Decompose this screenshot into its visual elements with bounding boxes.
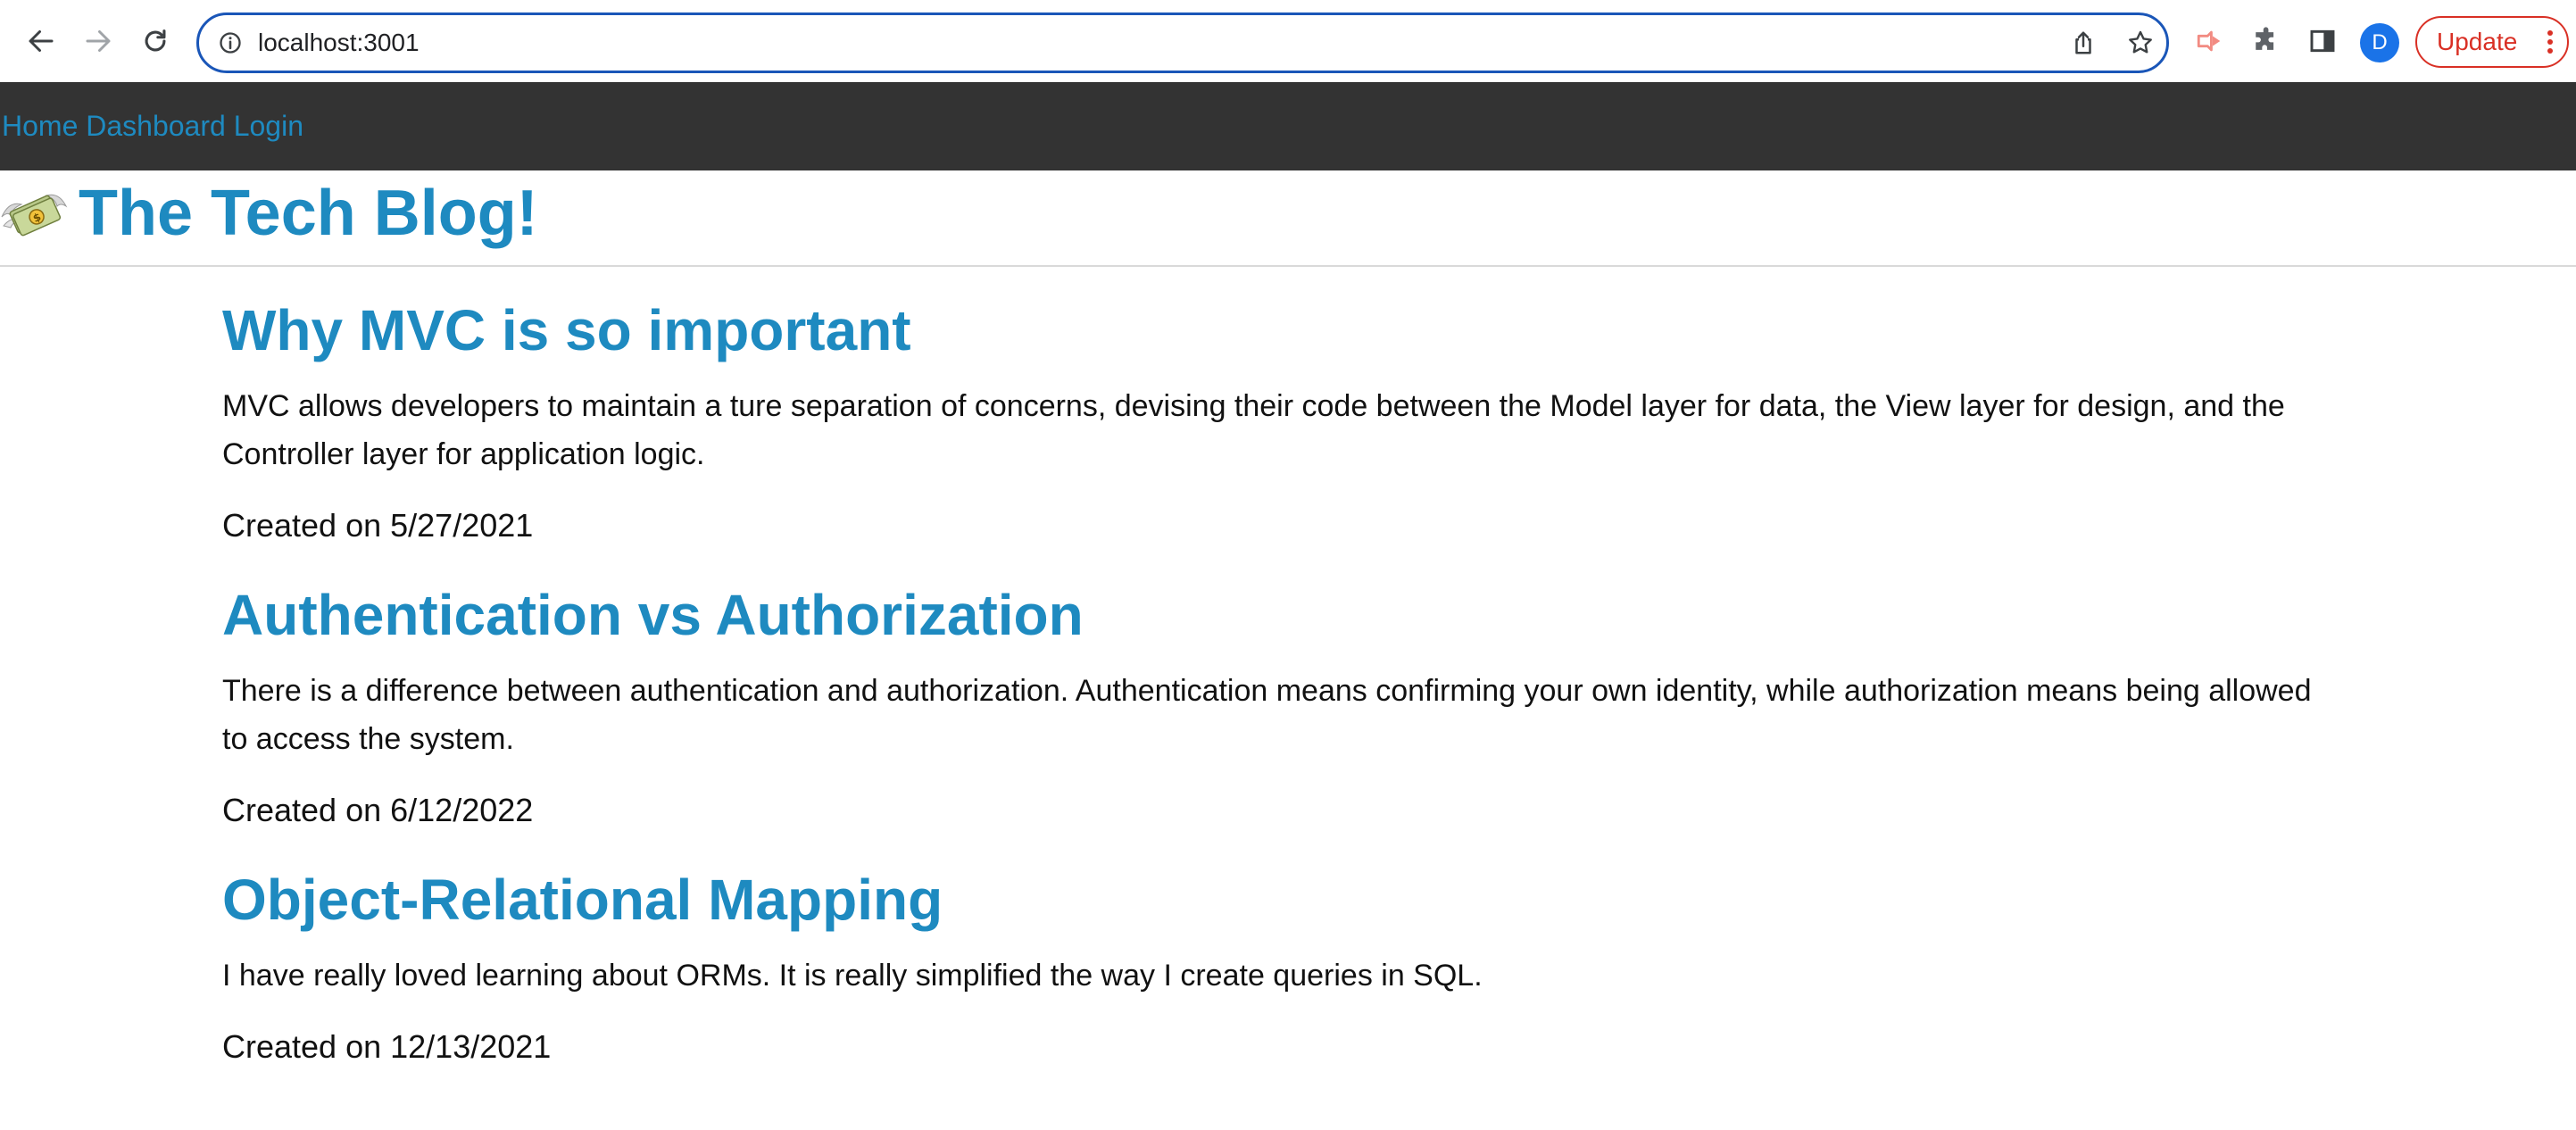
post-title[interactable]: Object-Relational Mapping [222,864,2329,935]
bookmark-star-icon[interactable] [2122,24,2159,62]
puzzle-extensions-icon[interactable] [2246,20,2289,62]
share-icon[interactable] [2065,24,2102,62]
post-card: Authentication vs Authorization There is… [222,579,2329,831]
post-date: Created on 6/12/2022 [222,792,534,828]
update-button[interactable]: Update [2415,16,2569,68]
site-title: The Tech Blog! [79,178,538,249]
post-body: MVC allows developers to maintain a ture… [222,389,2285,471]
site-info-icon[interactable] [212,24,249,62]
side-panel-icon[interactable] [2301,20,2344,62]
forward-arrow-icon [86,30,111,52]
nav-link-dashboard[interactable]: Dashboard [86,110,226,142]
nav-links: Home Dashboard Login [2,82,303,170]
post-date: Created on 5/27/2021 [222,507,534,544]
extension-icon[interactable] [2189,20,2231,62]
post-card: Why MVC is so important MVC allows devel… [222,295,2329,546]
back-arrow-icon [29,30,54,52]
post-date: Created on 12/13/2021 [222,1028,552,1065]
profile-avatar[interactable]: D [2360,23,2399,62]
address-bar[interactable]: localhost:3001 [196,12,2169,73]
reload-button[interactable] [134,20,177,62]
post-card: Object-Relational Mapping I have really … [222,864,2329,1068]
more-menu-icon [2547,30,2553,54]
post-title[interactable]: Why MVC is so important [222,295,2329,366]
nav-link-login[interactable]: Login [234,110,303,142]
url-text[interactable]: localhost:3001 [258,15,420,71]
post-body: There is a difference between authentica… [222,674,2312,756]
forward-button[interactable] [77,20,120,62]
money-with-wings-icon: $ [1,194,68,237]
back-button[interactable] [20,20,62,62]
post-body: I have really loved learning about ORMs.… [222,959,1483,993]
site-navbar: Home Dashboard Login [0,82,2576,170]
browser-toolbar: localhost:3001 D Update [0,0,2576,82]
post-title[interactable]: Authentication vs Authorization [222,579,2329,651]
reload-icon [145,29,166,52]
update-label: Update [2437,28,2518,55]
nav-link-home[interactable]: Home [2,110,78,142]
site-header: $ The Tech Blog! [0,170,2576,267]
